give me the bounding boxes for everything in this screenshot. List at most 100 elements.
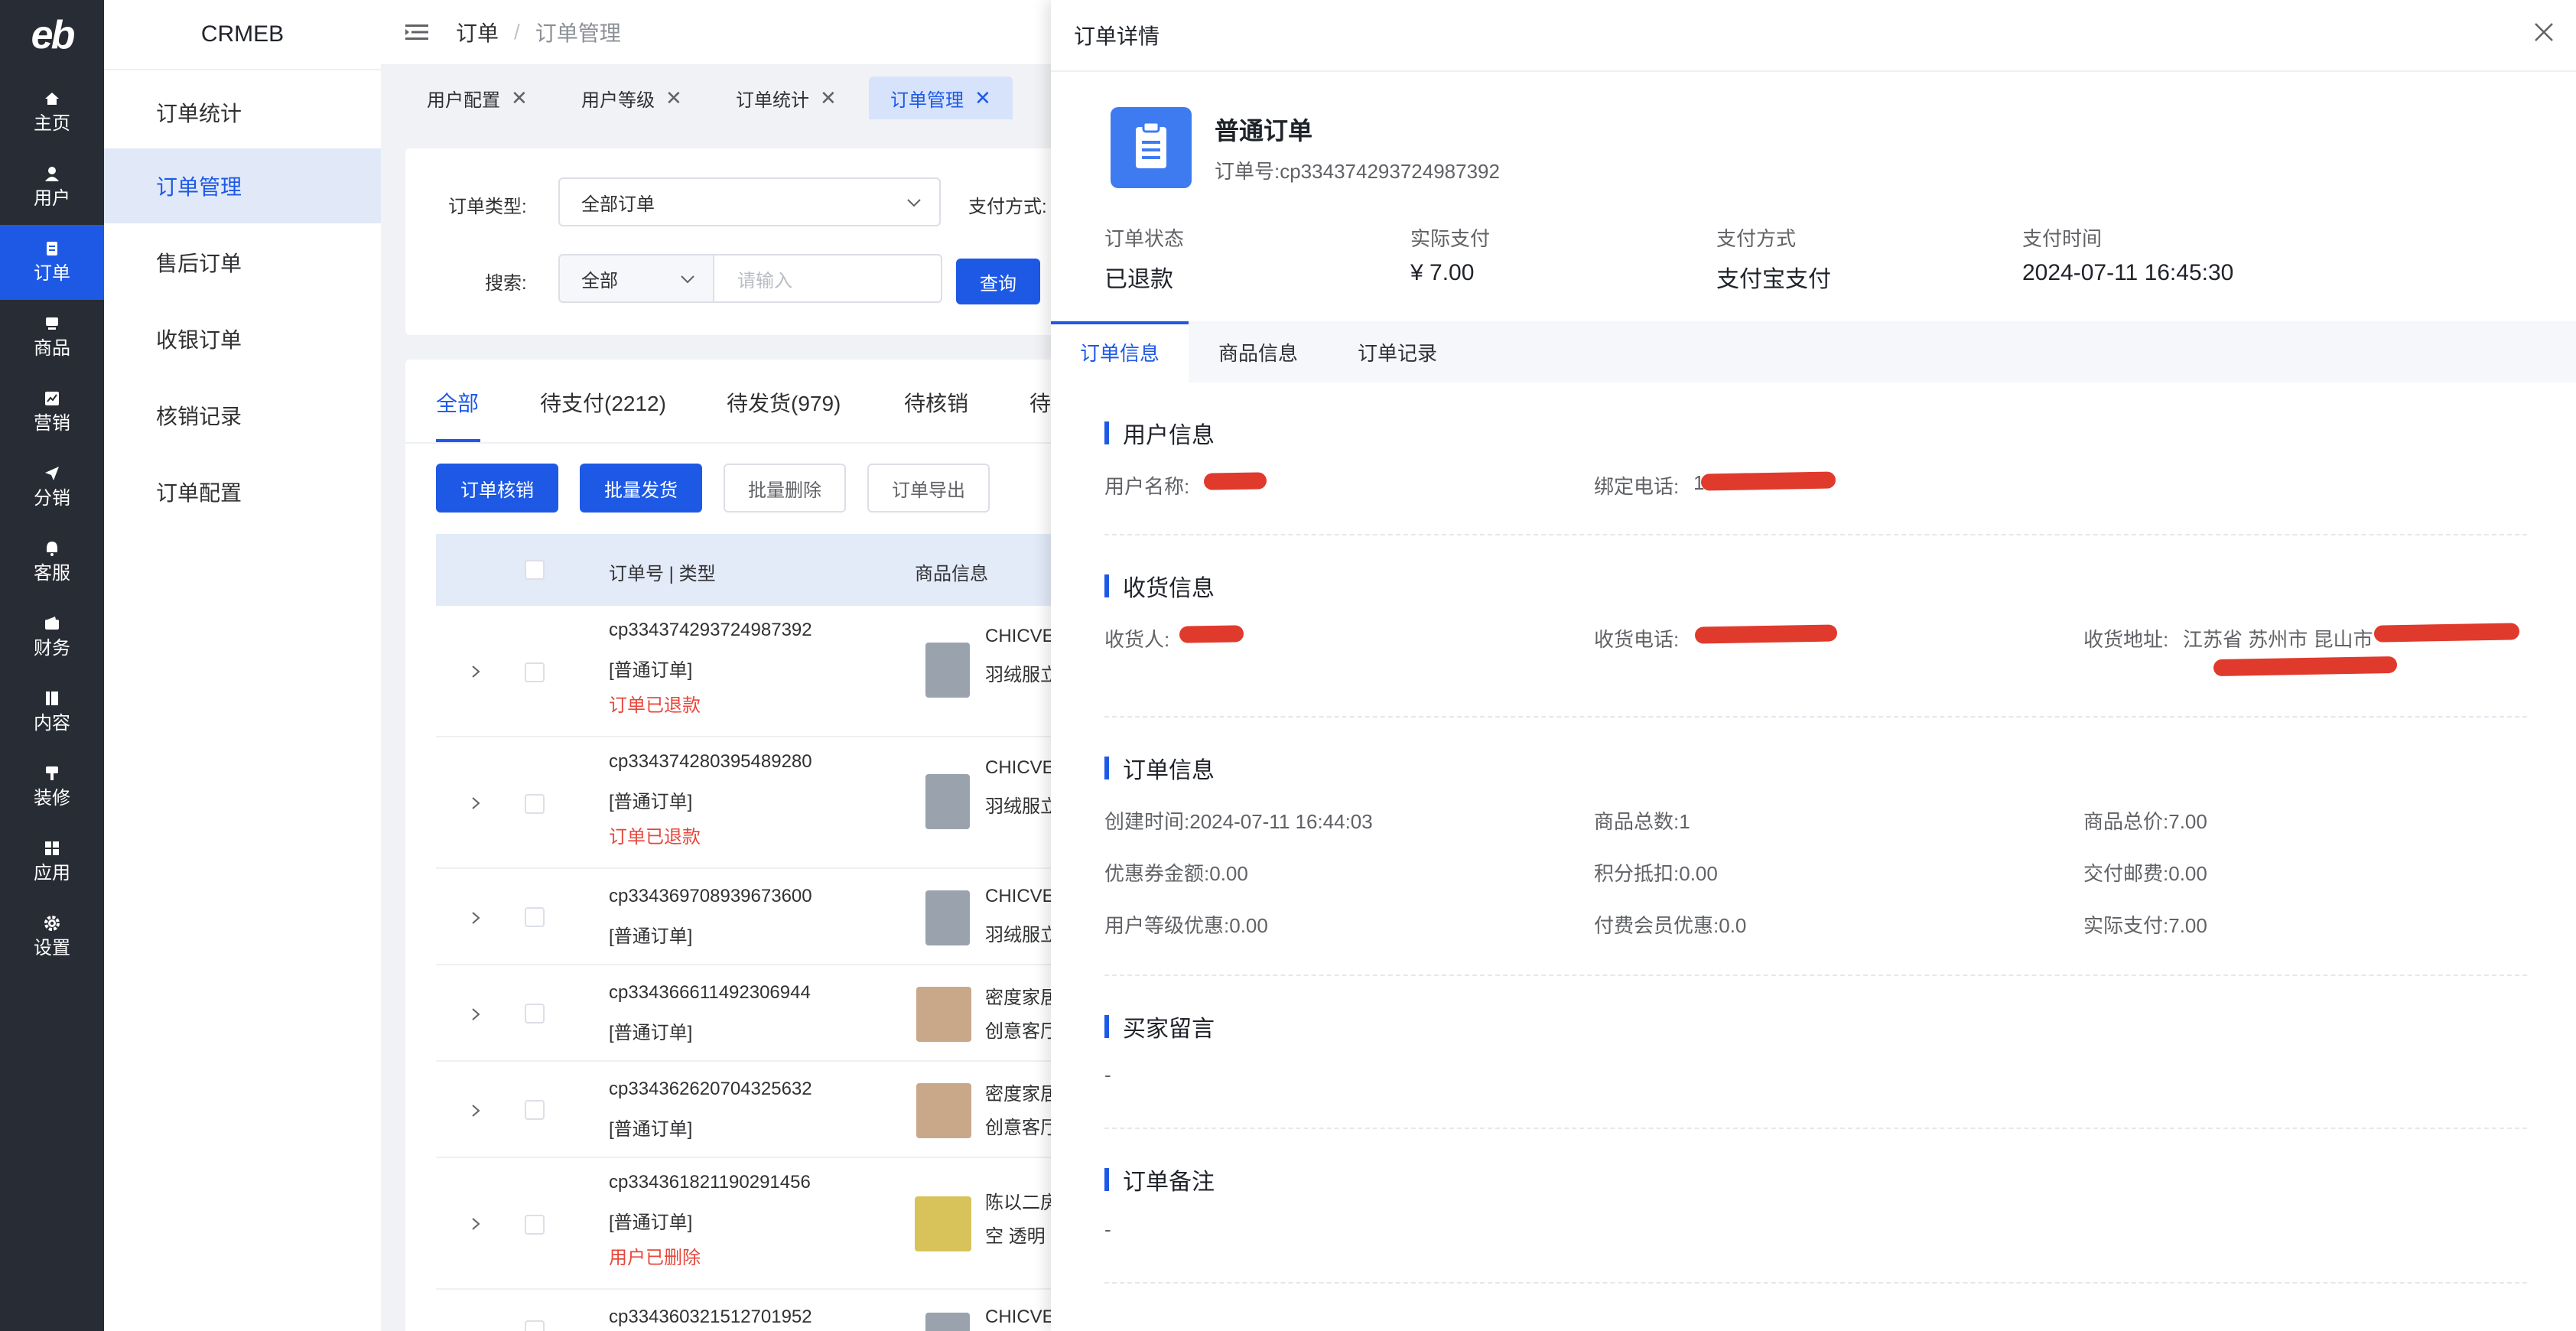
summary-paid-value: ¥ 7.00: [1410, 260, 1475, 285]
row-checkbox[interactable]: [525, 907, 545, 927]
chevron-down-icon: [907, 199, 921, 207]
batch-ship-button[interactable]: 批量发货: [580, 464, 702, 513]
tab-product-info[interactable]: 商品信息: [1189, 321, 1328, 382]
row-checkbox[interactable]: [525, 1100, 545, 1120]
status-tab-unpaid[interactable]: 待支付(2212): [540, 387, 666, 418]
rail-item-distribution[interactable]: 分销: [0, 450, 104, 525]
chevron-down-icon: [681, 275, 694, 284]
breadcrumb-parent[interactable]: 订单: [456, 17, 499, 47]
order-number[interactable]: cp334360321512701952: [609, 1307, 812, 1328]
close-icon[interactable]: ✕: [511, 86, 528, 110]
section-accent-bar: [1104, 421, 1109, 444]
rail-item-content[interactable]: 内容: [0, 675, 104, 750]
order-field: 创建时间:2024-07-11 16:44:03: [1104, 810, 1373, 833]
batch-delete-button[interactable]: 批量删除: [724, 464, 846, 513]
rail-item-user[interactable]: 用户: [0, 150, 104, 225]
submenu-item-cashier-orders[interactable]: 收银订单: [104, 301, 381, 376]
menu-fold-icon[interactable]: [405, 23, 428, 41]
status-tab-more[interactable]: 待: [1029, 387, 1051, 418]
chevron-right-icon[interactable]: [468, 1007, 483, 1022]
product-spec: 创意客厅: [985, 1118, 1054, 1138]
order-type-label: 订单类型:: [448, 197, 527, 217]
table-row[interactable]: cp334374293724987392 [普通订单] 订单已退款 CHICVE…: [436, 606, 1054, 737]
status-tab-unshipped[interactable]: 待发货(979): [727, 387, 841, 418]
row-checkbox[interactable]: [525, 1215, 545, 1235]
order-number[interactable]: cp334374293724987392: [609, 620, 812, 641]
table-row[interactable]: cp334360321512701952 CHICVE: [436, 1290, 1054, 1331]
submenu-item-verification-records[interactable]: 核销记录: [104, 378, 381, 453]
search-label: 搜索:: [485, 273, 527, 294]
receiver-label: 收货人:: [1104, 628, 1170, 651]
pay-method-label: 支付方式:: [968, 197, 1047, 217]
order-field: 商品总价:7.00: [2083, 810, 2207, 833]
chevron-right-icon[interactable]: [468, 1216, 483, 1232]
row-checkbox[interactable]: [525, 662, 545, 682]
order-field: 付费会员优惠:0.0: [1594, 914, 1747, 937]
search-input[interactable]: 请输入: [713, 254, 942, 303]
rail-item-order[interactable]: 订单: [0, 225, 104, 300]
tag-order-stats[interactable]: 订单统计 ✕: [714, 76, 858, 119]
rail-item-decoration[interactable]: 装修: [0, 750, 104, 825]
row-checkbox[interactable]: [525, 1320, 545, 1331]
close-icon[interactable]: ✕: [820, 86, 837, 110]
product-name: CHICVE: [985, 1307, 1054, 1327]
chevron-right-icon[interactable]: [468, 796, 483, 811]
brand-name: CRMEB: [104, 0, 381, 70]
section-divider: [1104, 716, 2527, 718]
product-icon: [44, 315, 60, 332]
product-spec: 空 透明: [985, 1226, 1046, 1247]
rail-item-finance[interactable]: 财务: [0, 600, 104, 675]
close-icon[interactable]: [2532, 20, 2556, 44]
row-checkbox[interactable]: [525, 794, 545, 814]
order-number[interactable]: cp334374280395489280: [609, 751, 812, 773]
select-all-checkbox[interactable]: [525, 560, 545, 580]
tag-user-level[interactable]: 用户等级 ✕: [560, 76, 704, 119]
rail-item-product[interactable]: 商品: [0, 300, 104, 375]
close-icon[interactable]: ✕: [665, 86, 682, 110]
close-icon[interactable]: ✕: [974, 86, 991, 110]
order-type-select[interactable]: 全部订单: [558, 177, 941, 226]
rail-item-service[interactable]: 客服: [0, 525, 104, 600]
rail-item-settings[interactable]: 设置: [0, 900, 104, 975]
submenu-item-order-config[interactable]: 订单配置: [104, 454, 381, 529]
submenu-item-order-management[interactable]: 订单管理: [104, 148, 381, 223]
order-verify-button[interactable]: 订单核销: [436, 464, 558, 513]
order-export-button[interactable]: 订单导出: [867, 464, 990, 513]
gear-icon: [44, 915, 60, 932]
table-row[interactable]: cp334366611492306944 [普通订单] 密度家居 创意客厅: [436, 965, 1054, 1062]
order-number[interactable]: cp334362620704325632: [609, 1079, 812, 1100]
rail-item-home[interactable]: 主页: [0, 75, 104, 150]
table-row[interactable]: cp334362620704325632 [普通订单] 密度家居 创意客厅: [436, 1062, 1054, 1158]
order-field: 用户等级优惠:0.00: [1104, 914, 1268, 937]
search-scope-select[interactable]: 全部: [558, 254, 714, 303]
submenu-item-after-sales[interactable]: 售后订单: [104, 225, 381, 300]
table-row[interactable]: cp334369708939673600 [普通订单] CHICVE 羽绒服立: [436, 869, 1054, 965]
tag-user-config[interactable]: 用户配置 ✕: [405, 76, 549, 119]
query-button[interactable]: 查询: [956, 259, 1040, 304]
row-checkbox[interactable]: [525, 1004, 545, 1023]
product-spec: 羽绒服立: [985, 665, 1054, 685]
order-number[interactable]: cp334366611492306944: [609, 982, 811, 1004]
chevron-right-icon[interactable]: [468, 664, 483, 679]
rail-item-marketing[interactable]: 营销: [0, 375, 104, 450]
order-number[interactable]: cp334361821190291456: [609, 1172, 811, 1193]
status-tab-all[interactable]: 全部: [436, 387, 479, 418]
breadcrumb-separator: /: [514, 20, 520, 44]
tag-order-management[interactable]: 订单管理 ✕: [869, 76, 1013, 119]
tab-order-info[interactable]: 订单信息: [1051, 321, 1189, 382]
product-thumbnail: [916, 987, 971, 1042]
order-type-heading: 普通订单: [1215, 117, 1313, 145]
chevron-right-icon[interactable]: [468, 910, 483, 926]
redaction-mark: [2213, 656, 2398, 677]
table-row[interactable]: cp334361821190291456 [普通订单] 用户已删除 陈以二房 空…: [436, 1158, 1054, 1290]
submenu-item-order-stats[interactable]: 订单统计: [104, 75, 381, 150]
order-number[interactable]: cp334369708939673600: [609, 886, 812, 907]
section-title-user-info: 用户信息: [1104, 419, 1215, 448]
status-tab-to-verify[interactable]: 待核销: [904, 387, 968, 418]
tab-order-records[interactable]: 订单记录: [1328, 321, 1467, 382]
chevron-right-icon[interactable]: [468, 1103, 483, 1118]
filter-card: 订单类型: 全部订单 支付方式: 搜索: 全部 请输入 查询: [405, 148, 1054, 335]
marketing-icon: [44, 390, 60, 407]
table-row[interactable]: cp334374280395489280 [普通订单] 订单已退款 CHICVE…: [436, 737, 1054, 869]
rail-item-apps[interactable]: 应用: [0, 825, 104, 900]
